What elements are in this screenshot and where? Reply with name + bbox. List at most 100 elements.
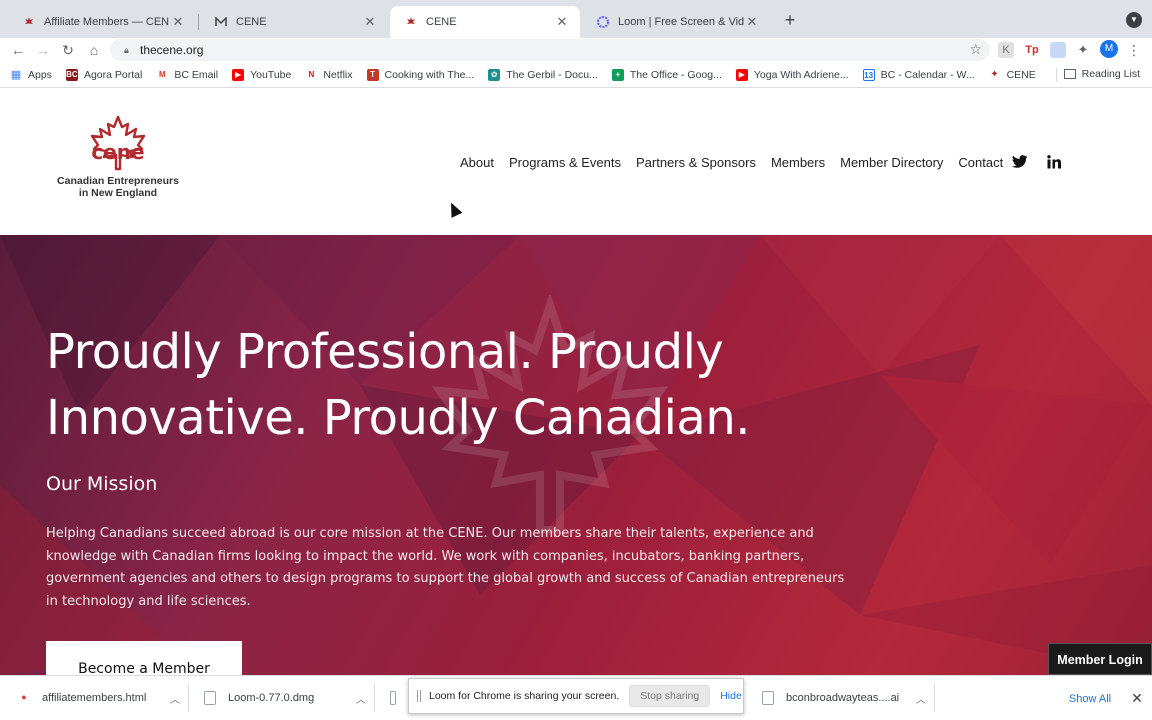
netflix-icon: N <box>308 69 315 79</box>
apps-grid-icon: ▦ <box>10 68 22 81</box>
cene-icon: ✦ <box>990 68 999 80</box>
file-icon <box>390 691 396 705</box>
home-icon[interactable]: ⌂ <box>84 40 104 60</box>
bookmark-youtube[interactable]: ▶ YouTube <box>232 68 291 81</box>
member-login-button[interactable]: Member Login <box>1048 643 1152 675</box>
calendar-icon: 13 <box>862 68 875 81</box>
gmail-icon: M <box>158 69 166 79</box>
browser-toolbar: ← → ↻ ⌂ 🔒︎ thecene.org ☆ K Tp ✦ M ⋮ <box>0 38 1152 62</box>
twitter-icon[interactable] <box>1011 153 1029 171</box>
nav-programs-events[interactable]: Programs & Events <box>509 155 621 170</box>
bookmarks-divider <box>1056 68 1057 82</box>
download-item-partial[interactable] <box>390 688 408 708</box>
close-icon[interactable]: ✕ <box>1128 689 1146 707</box>
stop-sharing-button[interactable]: Stop sharing <box>629 685 711 707</box>
url-text: thecene.org <box>140 43 204 57</box>
hero-headline: Proudly Professional. Proudly Innovative… <box>46 324 751 446</box>
show-all-downloads-button[interactable]: Show All <box>1062 688 1118 710</box>
tab-title: CENE <box>236 16 267 28</box>
download-item[interactable]: bconbroadwayteas....ai ︿ <box>762 688 926 708</box>
close-tab-icon[interactable]: ✕ <box>554 14 570 30</box>
chevron-up-icon[interactable]: ︿ <box>916 691 926 706</box>
chrome-file-icon: ● <box>21 692 27 702</box>
youtube-icon: ▶ <box>735 68 748 81</box>
youtube-icon: ▶ <box>232 68 245 81</box>
bookmark-agora-portal[interactable]: BC Agora Portal <box>65 68 142 81</box>
bookmarks-bar: ▦ Apps BC Agora Portal M BC Email ▶ YouT… <box>0 62 1152 88</box>
tab-cene-1[interactable]: CENE ✕ <box>200 6 388 38</box>
tab-loom[interactable]: Loom | Free Screen & Video Re ✕ <box>582 6 770 38</box>
download-item[interactable]: ● affiliatemembers.html ︿ <box>18 688 180 708</box>
cene-favicon-icon <box>22 15 36 29</box>
download-separator <box>374 684 375 712</box>
screen-share-banner: Loom for Chrome is sharing your screen. … <box>408 678 744 714</box>
tab-affiliate-members[interactable]: Affiliate Members — CENE ✕ <box>8 6 196 38</box>
tab-search-icon[interactable]: ▼ <box>1126 12 1142 28</box>
file-icon <box>762 691 774 705</box>
sheets-icon: + <box>611 68 624 81</box>
logo-tagline: Canadian Entrepreneurs in New England <box>57 175 179 199</box>
docs-icon: ✿ <box>488 68 501 81</box>
download-item[interactable]: Loom-0.77.0.dmg ︿ <box>204 688 366 708</box>
linkedin-icon[interactable] <box>1045 153 1063 171</box>
maple-leaf-icon: cene <box>90 115 146 171</box>
bookmark-yoga[interactable]: ▶ Yoga With Adriene... <box>735 68 849 81</box>
cene-logo[interactable]: cene Canadian Entrepreneurs in New Engla… <box>48 115 188 211</box>
file-icon <box>204 691 216 705</box>
bc-icon: BC <box>65 68 78 81</box>
notes-extension-icon[interactable] <box>1050 42 1066 58</box>
bookmark-apps[interactable]: ▦ Apps <box>10 69 52 81</box>
tab-strip: Affiliate Members — CENE ✕ CENE ✕ CENE ✕… <box>0 0 1152 38</box>
tab-title: Loom | Free Screen & Video Re <box>618 16 744 28</box>
hide-banner-button[interactable]: Hide <box>720 690 742 702</box>
share-message: Loom for Chrome is sharing your screen. <box>429 690 620 702</box>
tab-title: Affiliate Members — CENE <box>44 16 170 28</box>
close-tab-icon[interactable]: ✕ <box>362 14 378 30</box>
forward-icon[interactable]: → <box>33 40 53 60</box>
nav-contact[interactable]: Contact <box>958 155 1003 170</box>
tab-cene-active[interactable]: CENE ✕ <box>390 6 580 38</box>
new-tab-button[interactable]: + <box>780 10 800 30</box>
download-separator <box>188 684 189 712</box>
extension-icon[interactable]: K <box>998 42 1014 58</box>
drag-handle-icon[interactable] <box>417 690 421 702</box>
bookmark-gerbil-doc[interactable]: ✿ The Gerbil - Docu... <box>488 68 598 81</box>
lock-icon: 🔒︎ <box>124 44 129 55</box>
mail-favicon-icon <box>214 15 228 29</box>
nav-about[interactable]: About <box>460 155 494 170</box>
nyt-cooking-icon: T <box>366 68 379 81</box>
chevron-up-icon[interactable]: ︿ <box>170 691 180 706</box>
profile-avatar[interactable]: M <box>1100 40 1118 58</box>
kebab-menu-icon[interactable]: ⋮ <box>1124 40 1144 60</box>
bookmark-cooking[interactable]: T Cooking with The... <box>366 68 474 81</box>
close-tab-icon[interactable]: ✕ <box>170 14 186 30</box>
nav-members[interactable]: Members <box>771 155 825 170</box>
mission-heading: Our Mission <box>46 473 158 495</box>
back-icon[interactable]: ← <box>8 40 28 60</box>
bookmark-netflix[interactable]: N Netflix <box>305 69 352 81</box>
tab-separator <box>198 14 199 30</box>
download-separator <box>934 684 935 712</box>
tab-title: CENE <box>426 16 457 28</box>
hero-section: Proudly Professional. Proudly Innovative… <box>0 235 1152 675</box>
reload-icon[interactable]: ↻ <box>58 40 78 60</box>
reading-list-icon <box>1063 69 1076 79</box>
address-bar[interactable]: 🔒︎ thecene.org ☆ <box>110 39 990 61</box>
nav-partners-sponsors[interactable]: Partners & Sponsors <box>636 155 756 170</box>
bookmark-cene[interactable]: ✦ CENE <box>989 68 1035 81</box>
site-header: cene Canadian Entrepreneurs in New Engla… <box>0 89 1152 235</box>
become-member-button[interactable]: Become a Member <box>46 641 242 675</box>
nav-member-directory[interactable]: Member Directory <box>840 155 943 170</box>
close-tab-icon[interactable]: ✕ <box>744 14 760 30</box>
main-nav: About Programs & Events Partners & Spons… <box>460 153 1075 171</box>
puzzle-extensions-icon[interactable]: ✦ <box>1075 42 1091 58</box>
tp-extension-icon[interactable]: Tp <box>1024 42 1040 58</box>
chevron-up-icon[interactable]: ︿ <box>356 691 366 706</box>
bookmark-office-sheet[interactable]: + The Office - Goog... <box>611 68 722 81</box>
loom-favicon-icon <box>596 15 610 29</box>
reading-list-button[interactable]: Reading List <box>1063 68 1140 80</box>
bookmark-bc-email[interactable]: M BC Email <box>156 69 218 81</box>
svg-text:cene: cene <box>91 140 144 164</box>
bookmark-bc-calendar[interactable]: 13 BC - Calendar - W... <box>862 68 975 81</box>
bookmark-star-icon[interactable]: ☆ <box>969 41 982 58</box>
